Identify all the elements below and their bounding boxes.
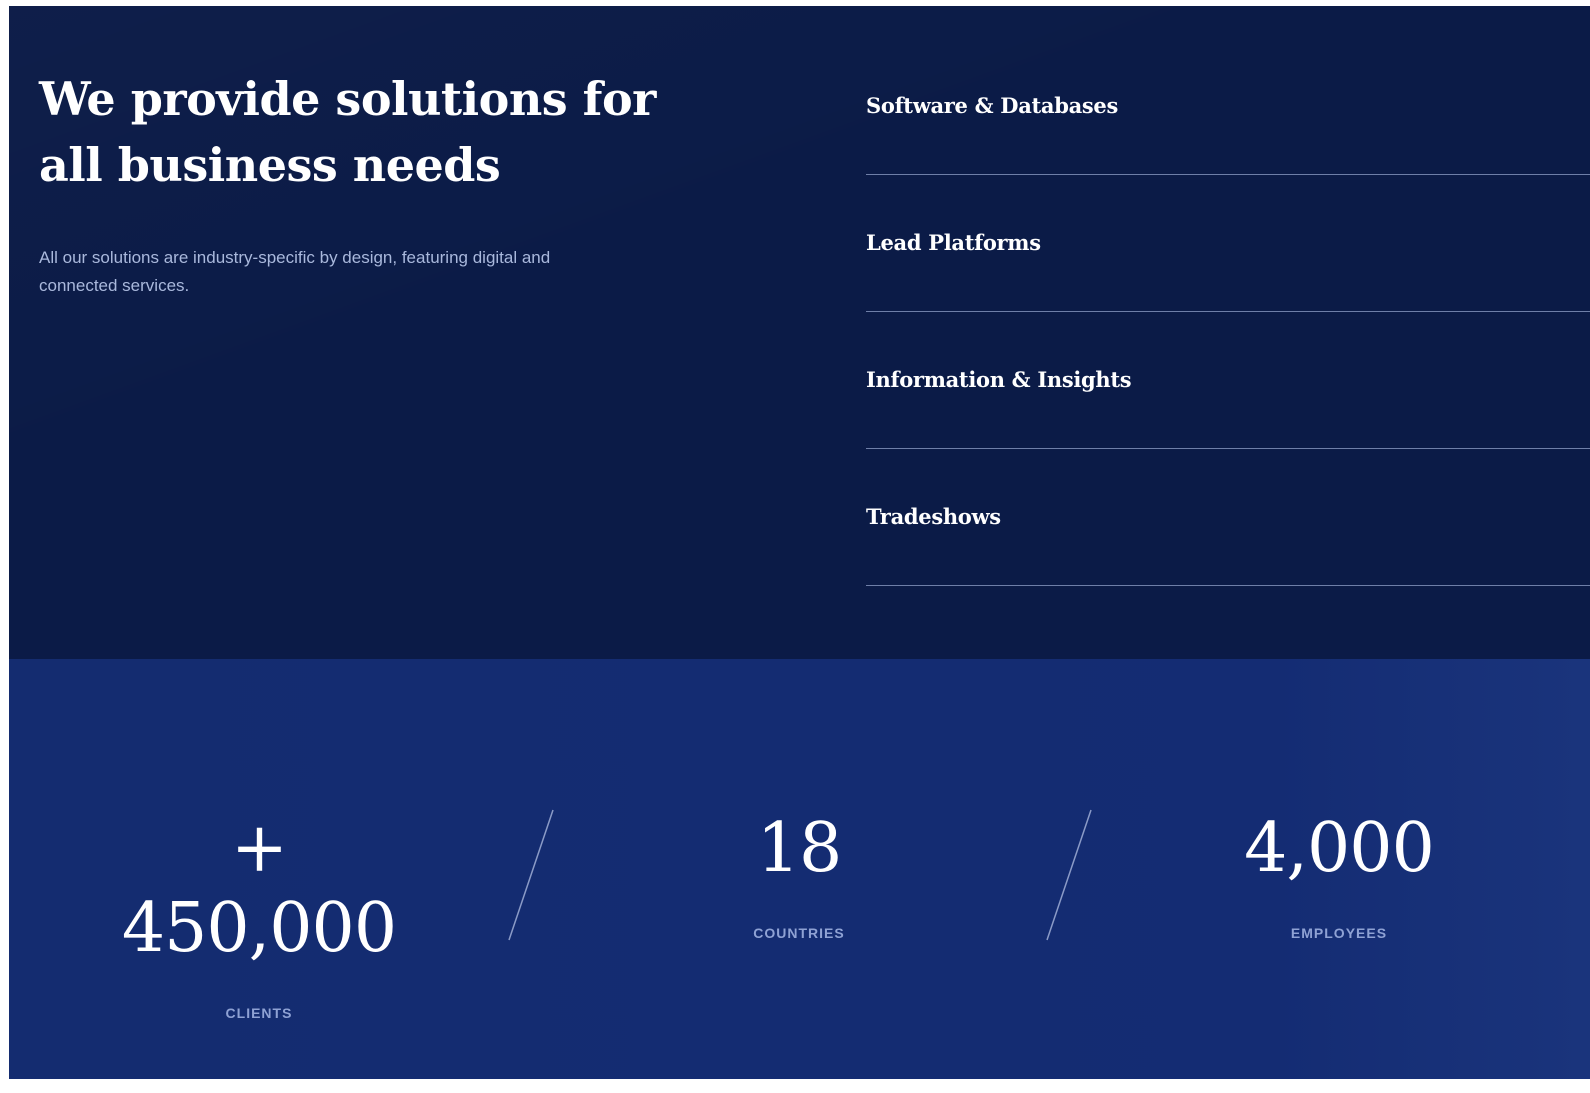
solution-item-label: Tradeshows (866, 504, 1001, 529)
solution-item-label: Lead Platforms (866, 230, 1041, 255)
solution-item-tradeshows[interactable]: Tradeshows (866, 449, 1590, 586)
slash-divider (508, 809, 554, 941)
section-intro: All our solutions are industry-specific … (39, 248, 551, 295)
stat-countries-value: 18 (756, 809, 843, 888)
stat-clients-label: CLIENTS (225, 1005, 293, 1021)
solution-item-label: Software & Databases (866, 93, 1119, 118)
solutions-section: We provide solutions for all business ne… (9, 6, 1590, 659)
stat-employees-value: 4,000 (1244, 809, 1435, 888)
stat-employees: 4,000 EMPLOYEES (1189, 809, 1489, 941)
stat-employees-label: EMPLOYEES (1290, 925, 1388, 941)
slash-divider (1046, 809, 1092, 941)
stat-countries: 18 COUNTRIES (699, 809, 899, 941)
solution-item-lead-platforms[interactable]: Lead Platforms (866, 175, 1590, 312)
stats-section: + 450,000 CLIENTS 18 COUNTRIES 4,000 EMP… (9, 659, 1590, 1079)
stat-countries-label: COUNTRIES (753, 925, 845, 941)
stat-clients: + 450,000 CLIENTS (89, 809, 429, 1021)
solution-item-software-databases[interactable]: Software & Databases (866, 38, 1590, 175)
solution-item-label: Information & Insights (866, 367, 1132, 392)
page: We provide solutions for all business ne… (0, 0, 1590, 1093)
solution-item-information-insights[interactable]: Information & Insights (866, 312, 1590, 449)
stat-clients-value: + 450,000 (121, 809, 397, 968)
section-headline: We provide solutions for all business ne… (39, 72, 656, 192)
solution-list: Software & Databases Lead Platforms Info… (866, 38, 1590, 586)
